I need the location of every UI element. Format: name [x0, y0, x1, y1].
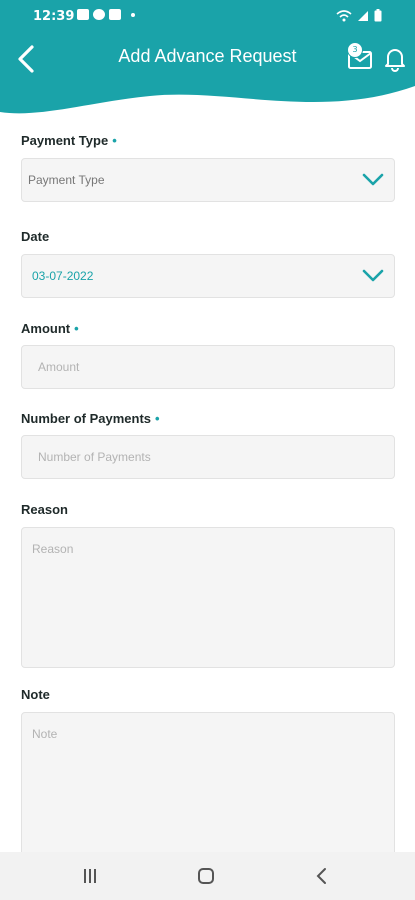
note-label: Note [21, 687, 50, 702]
note-placeholder: Note [32, 727, 58, 741]
battery-icon [374, 9, 382, 22]
page-title: Add Advance Request [118, 46, 297, 66]
amount-label: Amount • [21, 321, 79, 336]
required-mark: • [112, 133, 117, 148]
required-mark: • [74, 321, 79, 336]
number-of-payments-input[interactable]: Number of Payments [21, 435, 395, 479]
youtube-icon [109, 9, 121, 20]
reason-label-text: Reason [21, 502, 68, 517]
payment-type-select[interactable]: Payment Type [21, 158, 395, 202]
signal-icon [358, 10, 368, 21]
reason-placeholder: Reason [32, 542, 74, 556]
date-label-text: Date [21, 229, 50, 244]
gallery-icon [77, 9, 89, 20]
number-of-payments-placeholder: Number of Payments [38, 450, 151, 464]
date-value: 03-07-2022 [32, 269, 94, 283]
payment-type-value: Payment Type [28, 173, 105, 187]
status-time: 12:39 [33, 9, 75, 24]
status-notification-icons [77, 9, 135, 20]
reason-label: Reason [21, 502, 68, 517]
recent-apps-icon[interactable] [81, 866, 99, 886]
wifi-icon [336, 9, 352, 21]
more-notifications-dot-icon [131, 12, 135, 17]
note-textarea[interactable]: Note [21, 712, 395, 862]
amount-label-text: Amount [21, 321, 71, 336]
bell-icon[interactable] [382, 44, 408, 72]
status-system-icons [336, 9, 382, 22]
date-picker[interactable]: 03-07-2022 [21, 254, 395, 298]
message-count-badge: 3 [347, 42, 363, 58]
payment-type-label-text: Payment Type [21, 133, 109, 148]
back-arrow-icon[interactable] [10, 42, 44, 76]
system-navigation-bar [0, 852, 415, 900]
nav-back-icon[interactable] [314, 866, 330, 886]
date-label: Date [21, 229, 49, 244]
status-bar: 12:39 [0, 0, 415, 32]
number-of-payments-label: Number of Payments • [21, 411, 160, 426]
reason-textarea[interactable]: Reason [21, 527, 395, 668]
chevron-down-icon [362, 173, 384, 186]
amount-placeholder: Amount [38, 360, 80, 374]
facebook-icon [93, 9, 105, 20]
header: 12:39 Add Advance Request 3 [0, 0, 415, 125]
payment-type-label: Payment Type • [21, 133, 117, 148]
note-label-text: Note [21, 687, 50, 702]
number-of-payments-label-text: Number of Payments [21, 411, 152, 426]
required-mark: • [155, 411, 160, 426]
amount-input[interactable]: Amount [21, 345, 395, 389]
home-icon[interactable] [196, 866, 216, 886]
chevron-down-icon [362, 269, 384, 282]
